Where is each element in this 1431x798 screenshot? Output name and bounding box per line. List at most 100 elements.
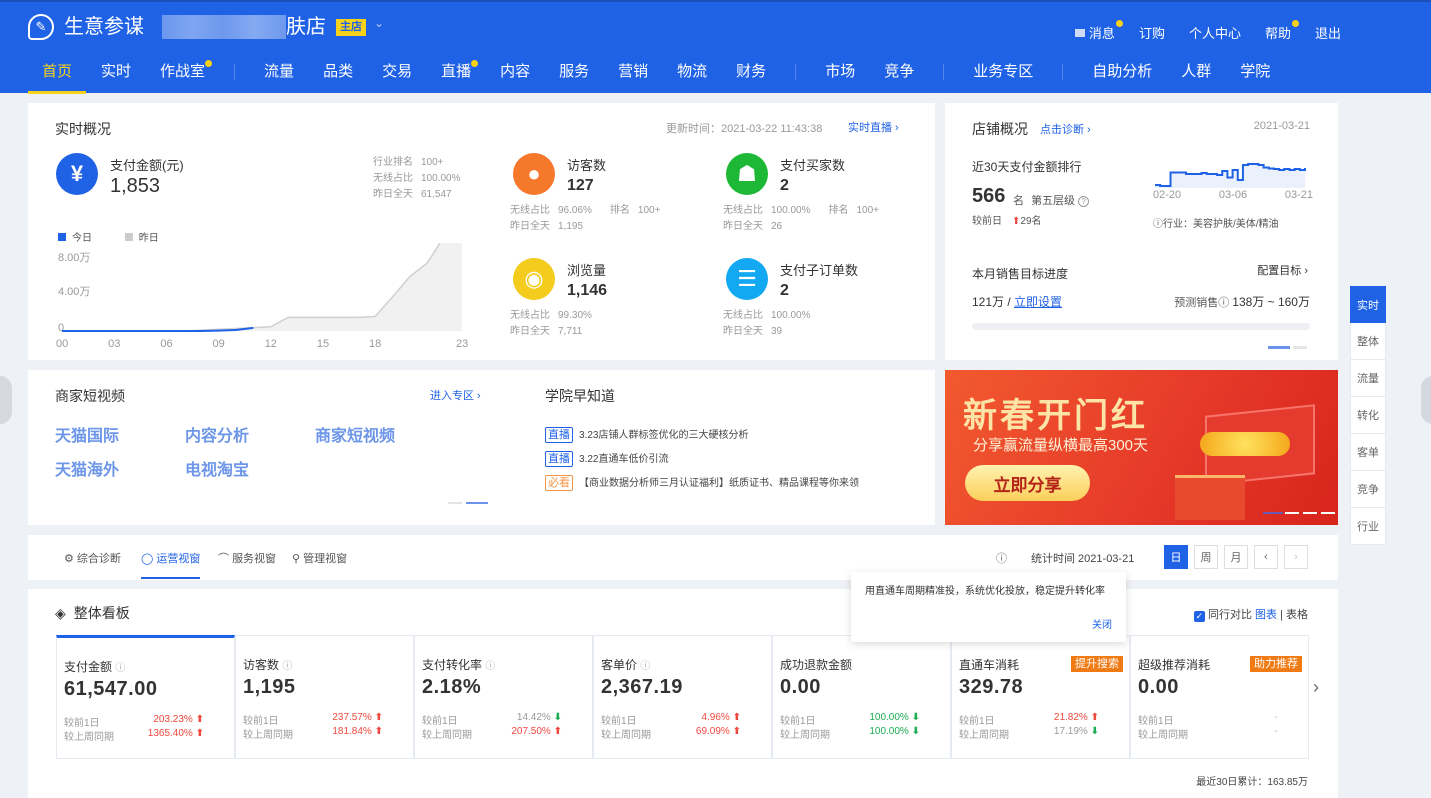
video-link-3[interactable]: 天猫海外 [55, 456, 119, 480]
nav-item-14[interactable]: 业务专区 [973, 62, 1033, 82]
academy-item[interactable]: 必看 【商业数据分析师三月认证福利】纸质证书、精品课程等你来领 [545, 472, 859, 496]
view-tab-1[interactable]: ◯ 运营视窗 [141, 550, 201, 579]
view-tab-icon: ⚲ [292, 553, 304, 565]
view-tab-2[interactable]: ⌒ 服务视窗 [218, 550, 276, 566]
config-goal-link[interactable]: 配置目标 › [1257, 262, 1308, 278]
academy-item[interactable]: 直播 3.23店铺人群标签优化的三大硬核分析 [545, 424, 859, 448]
nav-item-16[interactable]: 人群 [1181, 62, 1211, 82]
board-metric-1[interactable]: 访客数 ⓘ 1,195 较前1日 237.57% ⬆ 较上周同期 181.84% ⬆ [235, 635, 414, 759]
nav-item-0[interactable]: 首页 [27, 62, 87, 94]
nav-item-10[interactable]: 物流 [677, 62, 707, 82]
nav-item-9[interactable]: 营销 [618, 62, 648, 82]
nav-item-2[interactable]: 作战室 [160, 60, 213, 82]
nav-item-1[interactable]: 实时 [101, 62, 131, 82]
carousel-dot[interactable] [1285, 512, 1299, 514]
top-link-0[interactable]: 消息 [1074, 20, 1123, 42]
top-link-3[interactable]: 帮助 [1265, 20, 1299, 42]
academy-item[interactable]: 直播 3.22直通车低价引流 [545, 448, 859, 472]
video-link-1[interactable]: 内容分析 [185, 422, 249, 446]
nav-item-6[interactable]: 直播 [441, 60, 479, 82]
side-tab-1[interactable]: 整体 [1350, 323, 1386, 360]
top-link-2[interactable]: 个人中心 [1189, 23, 1241, 42]
metric-value: 127 [567, 177, 594, 194]
share-now-button[interactable]: 立即分享 [965, 465, 1090, 501]
video-link-2[interactable]: 商家短视频 [315, 422, 395, 446]
arrow-up-icon: ⬆ [374, 712, 383, 723]
metric-promo-badge[interactable]: 提升搜索 [1071, 656, 1123, 672]
diagnose-link[interactable]: 点击诊断 › [1040, 121, 1091, 137]
board-metric-5[interactable]: 直通车消耗 329.78 提升搜索 较前1日 21.82% ⬆ 较上周同期 17.19% ⬇ [951, 635, 1130, 759]
nav-item-5[interactable]: 交易 [382, 62, 412, 82]
table-view-link[interactable]: 表格 [1286, 609, 1308, 621]
clipboard-icon: ☰ [726, 258, 768, 300]
nav-item-17[interactable]: 学院 [1240, 62, 1270, 82]
carousel-dot-active[interactable] [1268, 346, 1290, 349]
metric-value: 2.18% [422, 676, 482, 698]
peer-compare-label[interactable]: 同行对比 [1208, 609, 1252, 621]
peer-compare-checkbox[interactable]: ✓ [1193, 611, 1205, 622]
nav-item-3[interactable]: 流量 [264, 62, 294, 82]
tooltip-close-link[interactable]: 关闭 [1092, 618, 1112, 634]
top-link-4[interactable]: 退出 [1315, 23, 1341, 42]
metric-value: 0.00 [780, 676, 821, 698]
side-tab-2[interactable]: 流量 [1350, 360, 1386, 397]
top-link-1[interactable]: 订购 [1139, 23, 1165, 42]
period-button-0[interactable]: 日 [1164, 545, 1188, 569]
realtime-live-link[interactable]: 实时直播 › [848, 119, 899, 135]
shop-switch-chevron-icon[interactable]: ⌄ [374, 16, 384, 30]
shop-name-blurred [162, 15, 286, 39]
view-tab-0[interactable]: ⚙ 综合诊断 [64, 550, 121, 566]
help-icon[interactable]: ⓘ [640, 661, 650, 672]
side-tab-3[interactable]: 转化 [1350, 397, 1386, 434]
video-link-0[interactable]: 天猫国际 [55, 422, 119, 446]
nav-item-11[interactable]: 财务 [736, 62, 766, 82]
next-metrics-chevron-icon[interactable]: › [1313, 677, 1319, 698]
help-icon[interactable]: ? [1078, 196, 1090, 207]
info-icon[interactable]: ⓘ [996, 550, 1007, 566]
board-metric-0[interactable]: 支付金额 ⓘ 61,547.00 较前1日 203.23% ⬆ 较上周同期 1365.40… [56, 635, 235, 759]
metric-details: 无线占比 100.00% 昨日全天 39 [723, 310, 811, 337]
nav-item-7[interactable]: 内容 [500, 62, 530, 82]
nav-item-12[interactable]: 市场 [825, 62, 855, 82]
help-icon[interactable]: ⓘ [115, 663, 125, 674]
side-tab-5[interactable]: 竞争 [1350, 471, 1386, 508]
video-link-4[interactable]: 电视淘宝 [185, 456, 249, 480]
board-metric-2[interactable]: 支付转化率 ⓘ 2.18% 较前1日 14.42% ⬇ 较上周同期 207.50% ⬆ [414, 635, 593, 759]
x-tick-label: 03 [108, 338, 120, 350]
carousel-dot[interactable] [1303, 512, 1317, 514]
carousel-dot-active[interactable] [466, 502, 488, 504]
scroll-left-handle[interactable] [0, 376, 12, 424]
scroll-right-handle[interactable] [1421, 376, 1431, 424]
board-metric-6[interactable]: 超级推荐消耗 0.00 助力推荐 较前1日 - 较上周同期 - [1130, 635, 1309, 759]
board-metric-3[interactable]: 客单价 ⓘ 2,367.19 较前1日 4.96% ⬆ 较上周同期 69.09% ⬆ [593, 635, 772, 759]
top-link-label: 消息 [1088, 26, 1115, 41]
help-icon[interactable]: ⓘ [282, 661, 292, 672]
side-tab-6[interactable]: 行业 [1350, 508, 1386, 545]
nav-item-15[interactable]: 自助分析 [1092, 62, 1152, 82]
side-tab-0[interactable]: 实时 [1350, 286, 1386, 323]
board-metric-4[interactable]: 成功退款金额 0.00 较前1日 100.00% ⬇ 较上周同期 100.00% ⬇ [772, 635, 951, 759]
nav-item-13[interactable]: 竞争 [884, 62, 914, 82]
next-period-button[interactable]: › [1284, 545, 1308, 569]
arrow-up-icon: ⬆ [195, 714, 204, 725]
view-tab-3[interactable]: ⚲ 管理视窗 [292, 550, 347, 566]
nav-item-4[interactable]: 品类 [323, 62, 353, 82]
period-button-2[interactable]: 月 [1224, 545, 1248, 569]
carousel-dot-active[interactable] [1263, 512, 1283, 514]
metric-value: 1,146 [567, 282, 608, 299]
side-tab-4[interactable]: 客单 [1350, 434, 1386, 471]
chart-view-link[interactable]: 图表 [1255, 609, 1277, 621]
carousel-dot[interactable] [1293, 346, 1307, 349]
prev-period-button[interactable]: ‹ [1254, 545, 1278, 569]
enter-zone-link[interactable]: 进入专区 › [430, 387, 481, 403]
carousel-dot[interactable] [448, 502, 462, 504]
set-goal-link[interactable]: 立即设置 [1014, 295, 1062, 309]
nav-item-8[interactable]: 服务 [559, 62, 589, 82]
metric-value: 2,367.19 [601, 676, 683, 698]
carousel-dot[interactable] [1321, 512, 1335, 514]
period-button-1[interactable]: 周 [1194, 545, 1218, 569]
help-icon[interactable]: ⓘ [485, 661, 495, 672]
promo-banner[interactable]: 新春开门红 分享赢流量纵横最高300天 立即分享 [945, 370, 1338, 525]
metric-promo-badge[interactable]: 助力推荐 [1250, 656, 1302, 672]
shop-overview-card: 店铺概况 点击诊断 › 2021-03-21 近30天支付金额排行 566 名 … [945, 103, 1338, 360]
